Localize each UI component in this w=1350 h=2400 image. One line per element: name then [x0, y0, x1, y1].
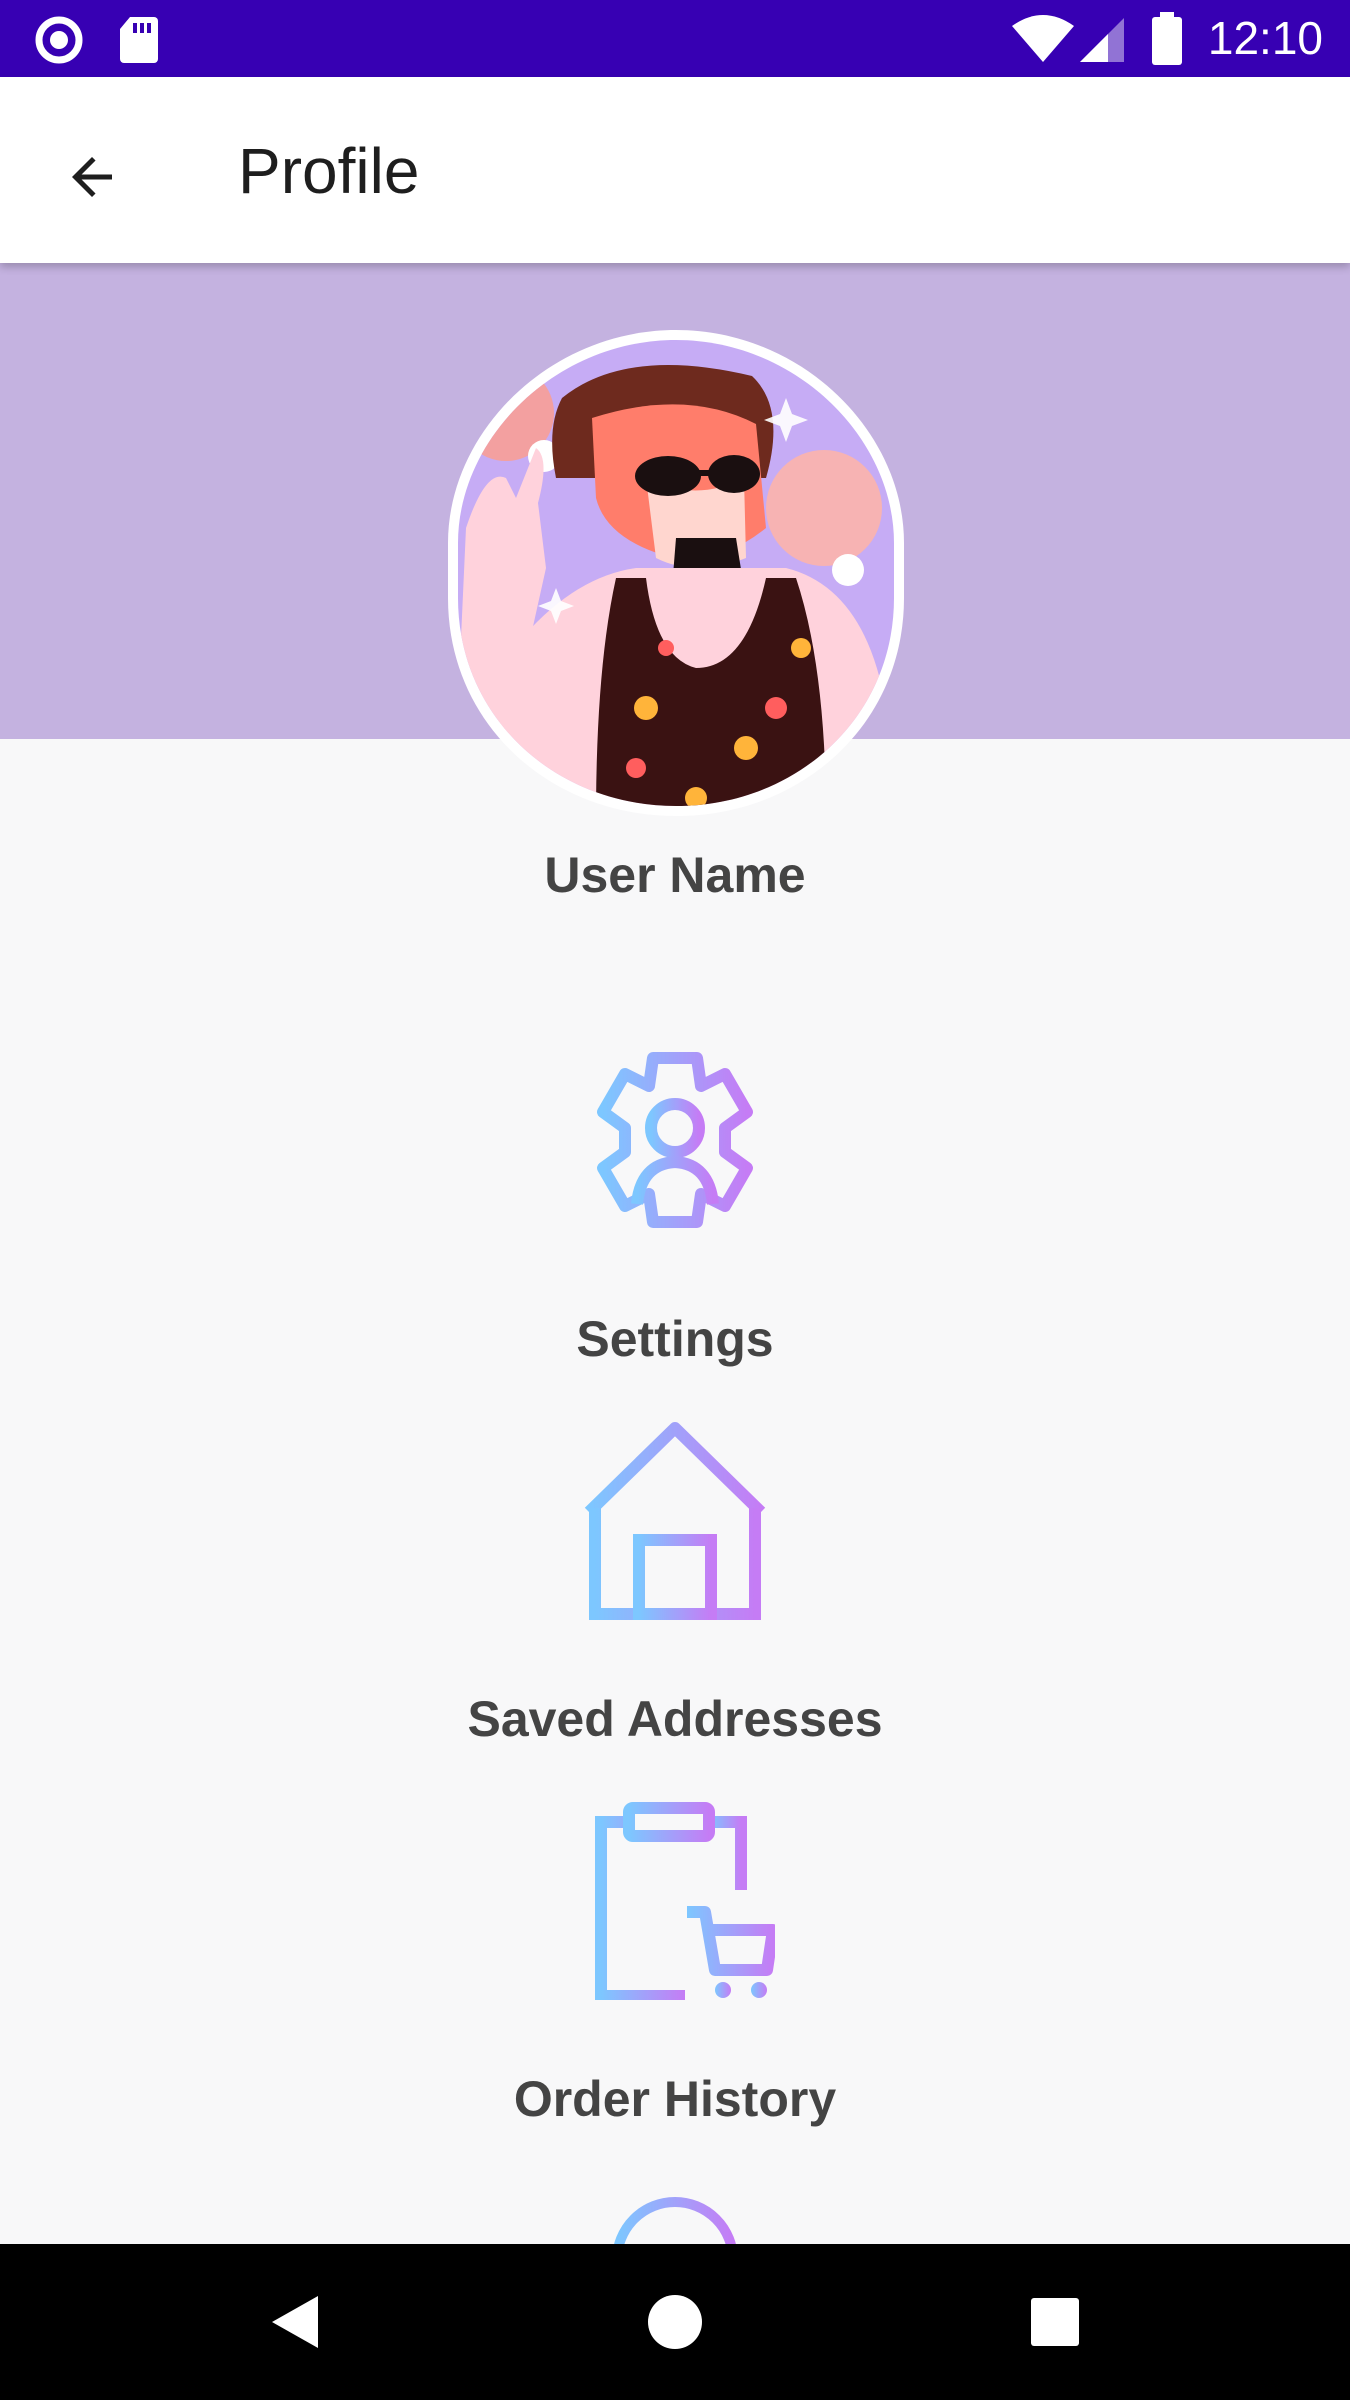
nav-recents-button[interactable]: [995, 2262, 1115, 2382]
sd-card-icon: [120, 17, 158, 63]
page-title: Profile: [238, 135, 420, 207]
battery-icon: [1152, 12, 1182, 65]
menu-item-saved-addresses[interactable]: Saved Addresses: [0, 1686, 1350, 1752]
system-nav-bar: [0, 2244, 1350, 2400]
notification-circle-icon: [35, 16, 83, 64]
wifi-icon: [1012, 15, 1074, 62]
nav-back-icon: [272, 2296, 318, 2348]
app-bar: Profile: [0, 77, 1350, 263]
nav-home-icon: [648, 2295, 702, 2349]
avatar[interactable]: [446, 328, 906, 818]
home-icon[interactable]: [575, 1420, 775, 1620]
nav-home-button[interactable]: [615, 2262, 735, 2382]
status-bar: 12:10: [0, 0, 1350, 77]
cell-signal-icon: [1080, 18, 1124, 62]
menu-item-partial-icon[interactable]: [575, 2190, 775, 2246]
nav-recents-icon: [1031, 2298, 1079, 2346]
user-name: User Name: [544, 847, 806, 903]
menu-item-settings[interactable]: Settings: [0, 1306, 1350, 1372]
menu-item-order-history[interactable]: Order History: [0, 2066, 1350, 2132]
back-button[interactable]: [44, 129, 140, 225]
arrow-back-icon: [72, 157, 112, 197]
order-history-icon[interactable]: [575, 1800, 775, 2000]
status-time: 12:10: [1207, 12, 1323, 64]
settings-user-icon[interactable]: [575, 1040, 775, 1240]
nav-back-button[interactable]: [236, 2262, 356, 2382]
